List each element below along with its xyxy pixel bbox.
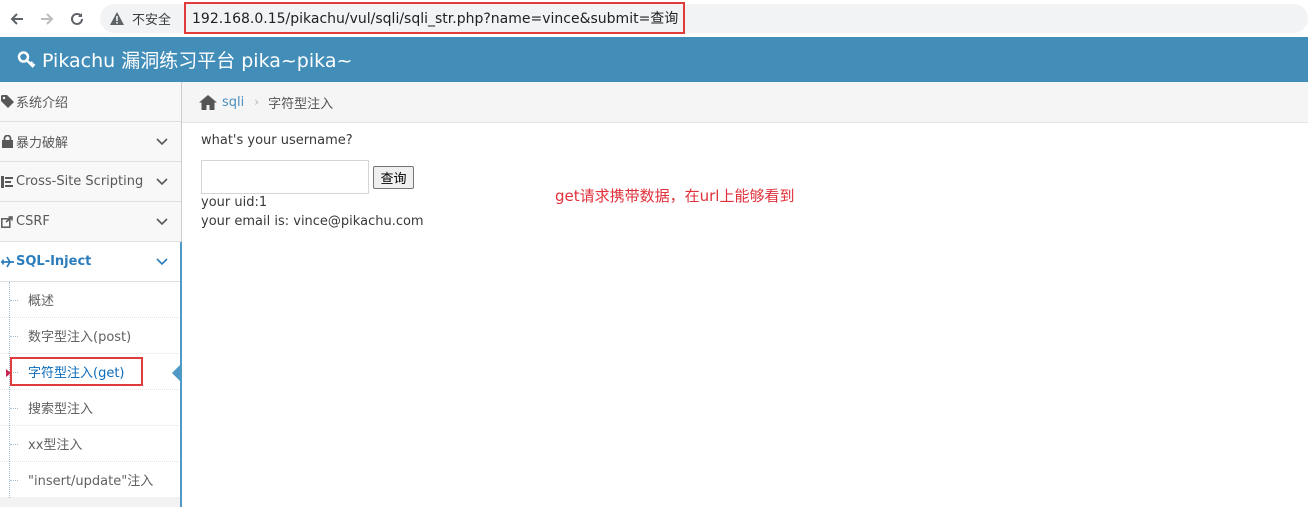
submenu-item-label: 数字型注入(post) (28, 330, 132, 345)
address-bar[interactable]: 不安全 192.168.0.15/pikachu/vul/sqli/sqli_s… (100, 2, 1308, 34)
submenu-item-label: 搜索型注入 (28, 402, 94, 417)
breadcrumb-separator-icon: › (254, 95, 260, 109)
lock-icon (0, 135, 14, 149)
browser-toolbar: 不安全 192.168.0.15/pikachu/vul/sqli/sqli_s… (0, 0, 1308, 37)
url-highlight-box: 192.168.0.15/pikachu/vul/sqli/sqli_str.p… (184, 2, 685, 34)
forward-arrow-icon[interactable] (32, 4, 62, 34)
chevron-down-icon (155, 175, 169, 189)
submenu-item-overview[interactable]: 概述 (0, 282, 181, 318)
url-text[interactable]: 192.168.0.15/pikachu/vul/sqli/sqli_str.p… (192, 8, 678, 28)
submenu-item-label: "insert/update"注入 (28, 474, 154, 489)
sidebar-item-label: 暴力破解 (16, 136, 69, 151)
submenu-item-label: 概述 (28, 294, 55, 309)
submenu-item-search[interactable]: 搜索型注入 (0, 390, 181, 426)
chevron-down-icon (155, 255, 169, 269)
sidebar-item-label: 系统介绍 (16, 96, 69, 111)
submenu-item-insert-update[interactable]: "insert/update"注入 (0, 462, 181, 498)
back-arrow-icon[interactable] (2, 4, 32, 34)
submenu-item-label: xx型注入 (28, 438, 83, 453)
list-icon (0, 175, 14, 189)
main-content: what's your username? 查询 your uid:1 your… (182, 123, 1308, 507)
app-title[interactable]: Pikachu 漏洞练习平台 pika~pika~ (42, 46, 352, 73)
reload-icon[interactable] (62, 4, 92, 34)
tag-icon (0, 95, 14, 109)
result-email: your email is: vince@pikachu.com (201, 214, 424, 229)
sqli-submenu: 概述 数字型注入(post) 字符型注入(get) 搜索型注入 xx型注入 "i… (0, 282, 181, 498)
key-icon (16, 49, 38, 71)
warning-icon[interactable] (110, 12, 124, 26)
submenu-item-xx[interactable]: xx型注入 (0, 426, 181, 462)
home-icon[interactable] (199, 94, 217, 110)
username-question: what's your username? (201, 133, 353, 148)
breadcrumb: sqli › 字符型注入 (182, 82, 1308, 123)
sidebar-item-bruteforce[interactable]: 暴力破解 (0, 122, 181, 162)
plane-icon (0, 255, 14, 269)
app-header: Pikachu 漏洞练习平台 pika~pika~ (0, 37, 1308, 82)
username-input[interactable] (201, 160, 369, 194)
result-uid: your uid:1 (201, 195, 268, 210)
share-icon (0, 215, 14, 229)
insecure-label[interactable]: 不安全 (132, 9, 171, 28)
submenu-item-string-get[interactable]: 字符型注入(get) (0, 354, 181, 390)
sidebar-item-label: CSRF (16, 214, 50, 229)
breadcrumb-link-sqli[interactable]: sqli (222, 95, 244, 110)
chevron-down-icon (155, 215, 169, 229)
sidebar-item-label: Cross-Site Scripting (16, 174, 144, 189)
submenu-highlight-box (10, 357, 143, 386)
sidebar-item-sqli[interactable]: SQL-Inject (0, 242, 181, 282)
sidebar: 系统介绍 暴力破解 Cross-Site Scripting CSRF SQL-… (0, 82, 182, 507)
query-button[interactable]: 查询 (373, 166, 414, 189)
sidebar-item-csrf[interactable]: CSRF (0, 202, 181, 242)
sidebar-item-intro[interactable]: 系统介绍 (0, 82, 181, 122)
breadcrumb-current: 字符型注入 (268, 96, 334, 112)
submenu-item-numeric-post[interactable]: 数字型注入(post) (0, 318, 181, 354)
sidebar-item-label: SQL-Inject (16, 254, 92, 269)
chevron-down-icon (155, 135, 169, 149)
sidebar-item-xss[interactable]: Cross-Site Scripting (0, 162, 181, 202)
annotation-note: get请求携带数据，在url上能够看到 (555, 187, 795, 205)
